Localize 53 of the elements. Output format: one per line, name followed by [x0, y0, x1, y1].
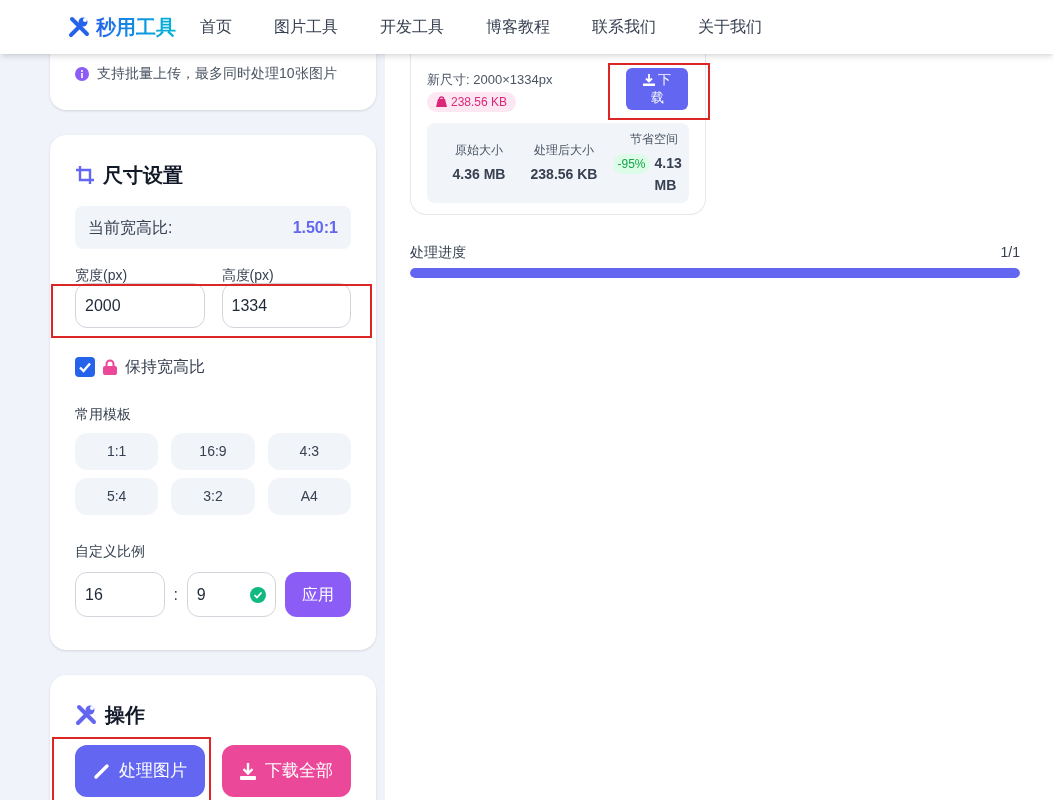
- nav-link[interactable]: 首页: [200, 15, 232, 39]
- download-button[interactable]: 下载: [626, 68, 688, 110]
- ratio-label: 当前宽高比:: [88, 217, 173, 238]
- upload-hint: 支持批量上传，最多同时处理10张图片: [97, 64, 337, 83]
- template-button[interactable]: 4:3: [267, 433, 351, 470]
- height-label: 高度(px): [221, 267, 275, 283]
- keep-ratio-label: 保持宽高比: [125, 357, 205, 377]
- download-icon: [239, 762, 258, 780]
- width-field[interactable]: 2000: [75, 283, 205, 328]
- section-title: 操作: [105, 703, 145, 728]
- tools-icon[interactable]: [68, 16, 90, 38]
- section-title: 尺寸设置: [103, 163, 183, 188]
- height-field[interactable]: 1334: [221, 283, 351, 328]
- pencil-icon: [92, 762, 111, 780]
- crop-icon: [75, 165, 95, 185]
- stat-value: 4.36 MB: [452, 165, 506, 184]
- template-button[interactable]: 5:4: [75, 478, 159, 515]
- keep-ratio-checkbox[interactable]: [75, 357, 95, 377]
- nav-link[interactable]: 联系我们: [592, 15, 656, 39]
- lock-icon: [103, 359, 117, 375]
- process-button[interactable]: 处理图片: [75, 745, 205, 797]
- apply-button[interactable]: 应用: [285, 572, 351, 617]
- download-all-button[interactable]: 下载全部: [221, 745, 351, 797]
- weight-icon: [436, 96, 447, 107]
- stat-label: 处理后大小: [534, 142, 594, 159]
- ratio-separator: :: [172, 584, 179, 605]
- checkmark-icon: [78, 360, 92, 374]
- templates-label: 常用模板: [75, 405, 132, 424]
- nav-link[interactable]: 博客教程: [486, 15, 550, 39]
- ratio-width-field[interactable]: 16: [75, 572, 165, 617]
- stat-value: 238.56 KB: [530, 165, 598, 184]
- nav-link[interactable]: 关于我们: [698, 15, 762, 39]
- tools-icon: [75, 704, 97, 726]
- progress-count: 1/1: [1000, 243, 1020, 262]
- download-icon: [643, 74, 655, 86]
- info-icon: [75, 66, 89, 81]
- custom-ratio-label: 自定义比例: [75, 542, 146, 561]
- ratio-value: 1.50:1: [292, 217, 338, 238]
- template-button[interactable]: 1:1: [75, 433, 159, 470]
- nav-link[interactable]: 开发工具: [380, 15, 444, 39]
- template-button[interactable]: 3:2: [171, 478, 255, 515]
- stat-label: 节省空间: [630, 131, 678, 148]
- width-label: 宽度(px): [75, 267, 129, 283]
- ratio-height-field[interactable]: 9: [186, 572, 277, 617]
- new-size-text: 新尺寸: 2000×1334px: [427, 71, 553, 89]
- percent-badge: -95%: [613, 154, 650, 174]
- template-button[interactable]: 16:9: [171, 433, 255, 470]
- nav-link[interactable]: 图片工具: [274, 15, 338, 39]
- stat-value: 4.13 MB: [654, 154, 683, 195]
- template-button[interactable]: A4: [267, 478, 351, 515]
- stat-label: 原始大小: [455, 142, 503, 159]
- progress-label: 处理进度: [410, 243, 466, 262]
- file-size-badge: 238.56 KB: [427, 91, 517, 112]
